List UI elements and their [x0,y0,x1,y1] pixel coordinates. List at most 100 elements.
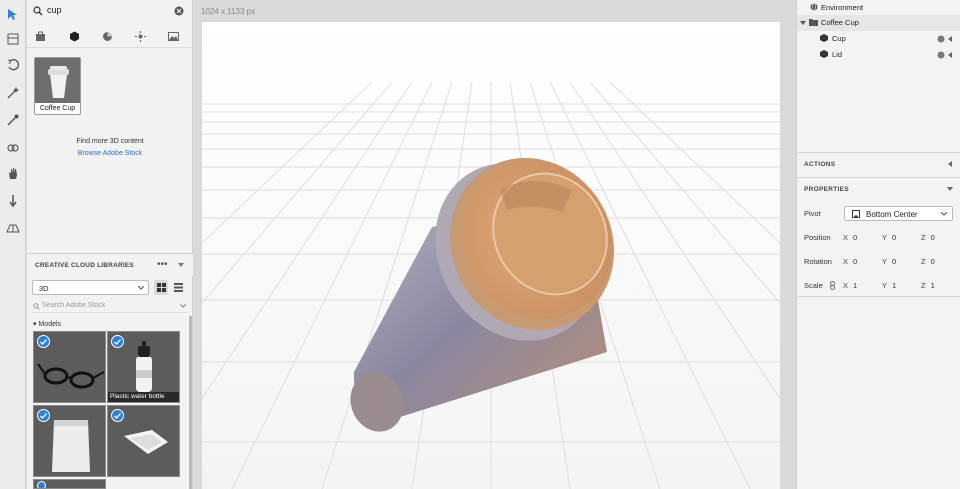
layer-environment[interactable]: Environment [797,0,960,16]
link-tool-icon[interactable] [3,138,23,158]
checkmark-icon [37,481,46,488]
artboard-tool-icon[interactable] [3,29,23,49]
models-label: Models [38,321,62,328]
clear-search-icon[interactable] [174,6,184,16]
checkmark-icon [111,335,124,348]
dolly-tool-icon[interactable] [3,191,23,211]
divider [797,296,960,297]
3d-viewport[interactable] [202,22,780,489]
select-tool-icon[interactable] [3,5,23,25]
actions-header[interactable]: ACTIONS [797,152,960,175]
canvas-area: 1024 x 1133 px [194,0,796,489]
actions-title: ACTIONS [804,161,836,168]
material-icon[interactable] [937,51,945,59]
collapse-icon[interactable] [178,263,184,268]
assets-panel: cup Coffee Cup Find more 3D content Brow… [27,0,193,489]
position-z-field[interactable]: Z0 [921,233,935,242]
coffee-cup-thumbnail [48,66,69,98]
scale-x-field[interactable]: X1 [843,281,857,290]
chevron-left-icon[interactable] [948,36,953,42]
eyedropper-icon[interactable] [3,110,23,130]
material-icon[interactable] [937,35,945,43]
position-label: Position [804,233,831,242]
layer-lid[interactable]: Lid [797,47,960,63]
expand-icon[interactable] [800,21,806,26]
library-item-glasses[interactable] [33,331,106,403]
globe-icon [810,3,818,11]
rotation-label: Rotation [804,257,832,266]
orbit-tool-icon[interactable] [3,218,23,238]
chevron-down-icon [138,286,144,290]
tab-images[interactable] [165,28,181,44]
undo-icon[interactable] [3,55,23,75]
list-icon [173,283,183,292]
position-x-field[interactable]: X0 [843,233,857,242]
library-item-bowl[interactable] [107,405,180,477]
coffee-cup-asset-tile[interactable]: Coffee Cup [34,57,81,115]
library-item-pouch[interactable] [33,405,106,477]
layer-label: Coffee Cup [821,18,859,27]
mesh-icon [820,50,828,58]
grid-view-button[interactable] [154,280,168,295]
checkmark-icon [37,335,50,348]
search-input[interactable]: cup [47,5,62,15]
properties-header[interactable]: PROPERTIES [797,177,960,200]
tab-models[interactable] [66,28,82,44]
list-view-button[interactable] [171,280,185,295]
search-icon [33,303,40,310]
link-icon[interactable] [830,281,835,290]
tab-starter-assets[interactable] [32,28,48,44]
position-y-field[interactable]: Y0 [882,233,896,242]
layer-label: Lid [832,50,843,59]
chevron-down-icon [947,187,953,191]
rotation-y-field[interactable]: Y0 [882,257,896,266]
tab-lights[interactable] [132,28,148,44]
pivot-label: Pivot [804,209,821,218]
rotation-x-field[interactable]: X0 [843,257,857,266]
pivot-value: Bottom Center [866,210,918,219]
scale-z-field[interactable]: Z1 [921,281,935,290]
layer-label: Cup [832,34,846,43]
pivot-icon [852,210,860,218]
scale-y-field[interactable]: Y1 [882,281,896,290]
image-icon [167,31,179,41]
right-panel: Environment Coffee Cup Cup Lid ACTIONS P… [796,0,960,489]
cube-icon [69,31,79,41]
library-select[interactable]: 3D [32,280,149,295]
library-search[interactable]: Search Adobe Stock [32,299,188,313]
library-item-label: Plastic water bottle [108,392,179,402]
checkmark-icon [111,409,124,422]
library-search-placeholder: Search Adobe Stock [42,302,106,309]
library-item-partial[interactable] [33,479,106,489]
browse-adobe-stock-link[interactable]: Browse Adobe Stock [27,150,193,157]
3d-scene [202,22,780,489]
search-icon [33,6,43,16]
library-select-value: 3D [39,284,49,293]
layer-label: Environment [821,3,864,12]
library-item-water-bottle[interactable]: Plastic water bottle [107,331,180,403]
library-scrollbar[interactable] [189,316,192,489]
scale-label: Scale [804,281,823,290]
tab-materials[interactable] [99,28,115,44]
pivot-select[interactable]: Bottom Center [844,206,953,221]
folder-icon [809,19,818,26]
chevron-down-icon [941,212,947,216]
models-section-header[interactable]: ▾ Models [33,320,61,328]
more-options-icon[interactable]: ••• [157,259,168,270]
magic-wand-icon[interactable] [3,83,23,103]
tool-bar [0,0,26,489]
asset-search[interactable]: cup [31,3,187,19]
rotation-z-field[interactable]: Z0 [921,257,935,266]
asset-type-tabs [27,24,193,48]
chevron-down-icon [180,304,186,308]
layer-cup[interactable]: Cup [797,31,960,47]
checkmark-icon [37,409,50,422]
chevron-left-icon [948,161,952,167]
chevron-left-icon[interactable] [948,52,953,58]
mesh-icon [820,34,828,42]
layer-group-coffee-cup[interactable]: Coffee Cup [797,15,960,31]
material-icon [102,31,112,41]
libraries-header: CREATIVE CLOUD LIBRARIES ••• [27,253,193,276]
hand-tool-icon[interactable] [3,164,23,184]
properties-title: PROPERTIES [804,186,849,193]
